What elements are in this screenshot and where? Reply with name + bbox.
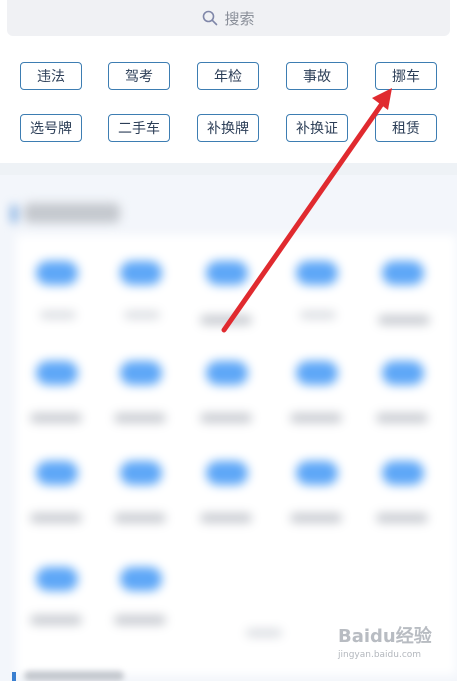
blurred-service-label (376, 513, 428, 523)
blurred-next-section-title (24, 671, 124, 681)
blurred-service-icon (382, 461, 424, 485)
blurred-service-label (114, 615, 166, 625)
blurred-content (0, 175, 457, 681)
blurred-service-icon (120, 361, 162, 385)
tag-rental[interactable]: 租赁 (375, 114, 437, 142)
baidu-jingyan-watermark: Baidu经验 jingyan.baidu.com (338, 622, 434, 672)
blurred-service-label (290, 413, 342, 423)
blurred-service-icon (382, 361, 424, 385)
blurred-service-label (376, 413, 428, 423)
blurred-service-label (124, 311, 160, 319)
blurred-service-icon (296, 261, 338, 285)
blurred-service-label (300, 311, 336, 319)
blurred-service-icon (206, 361, 248, 385)
blurred-service-icon (36, 461, 78, 485)
next-section-accent-bar (12, 672, 16, 681)
blurred-services-panel (0, 175, 457, 681)
blurred-service-label (200, 315, 252, 325)
blurred-service-label (30, 413, 82, 423)
blurred-service-label (30, 615, 82, 625)
tag-driving-test[interactable]: 驾考 (108, 62, 170, 90)
blurred-service-icon (382, 261, 424, 285)
blurred-service-label (200, 513, 252, 523)
blurred-service-icon (120, 261, 162, 285)
search-icon (203, 10, 218, 26)
blurred-service-label (246, 629, 282, 637)
blurred-service-label (114, 513, 166, 523)
tag-violation[interactable]: 违法 (20, 62, 82, 90)
section-divider (0, 163, 457, 175)
tag-replace-license[interactable]: 补换证 (286, 114, 348, 142)
blurred-service-icon (296, 361, 338, 385)
watermark-url: jingyan.baidu.com (338, 650, 422, 660)
tag-replace-plate[interactable]: 补换牌 (197, 114, 259, 142)
tag-select-plate[interactable]: 选号牌 (20, 114, 82, 142)
blurred-service-label (290, 513, 342, 523)
blurred-section-title (24, 203, 120, 223)
blurred-service-icon (206, 261, 248, 285)
quick-access-panel: 搜索 违法 驾考 年检 事故 挪车 选号牌 二手车 补换牌 补换证 租赁 (0, 0, 457, 163)
watermark-brand: Baidu经验 (338, 626, 432, 647)
blurred-service-label (30, 513, 82, 523)
blurred-service-label (378, 315, 430, 325)
blurred-card (16, 235, 456, 675)
blurred-service-icon (120, 567, 162, 591)
blurred-service-label (200, 413, 252, 423)
blurred-service-icon (206, 461, 248, 485)
blurred-service-label (114, 413, 166, 423)
blurred-service-icon (296, 461, 338, 485)
section-accent-bar (12, 205, 16, 223)
tag-move-car[interactable]: 挪车 (375, 62, 437, 90)
blurred-service-label (40, 311, 76, 319)
tag-used-car[interactable]: 二手车 (108, 114, 170, 142)
blurred-service-icon (36, 261, 78, 285)
tag-annual-inspection[interactable]: 年检 (197, 62, 259, 90)
blurred-service-icon (120, 461, 162, 485)
search-bar[interactable]: 搜索 (7, 0, 450, 36)
blurred-service-icon (36, 567, 78, 591)
tag-accident[interactable]: 事故 (286, 62, 348, 90)
blurred-service-icon (36, 361, 78, 385)
search-placeholder: 搜索 (224, 9, 255, 28)
